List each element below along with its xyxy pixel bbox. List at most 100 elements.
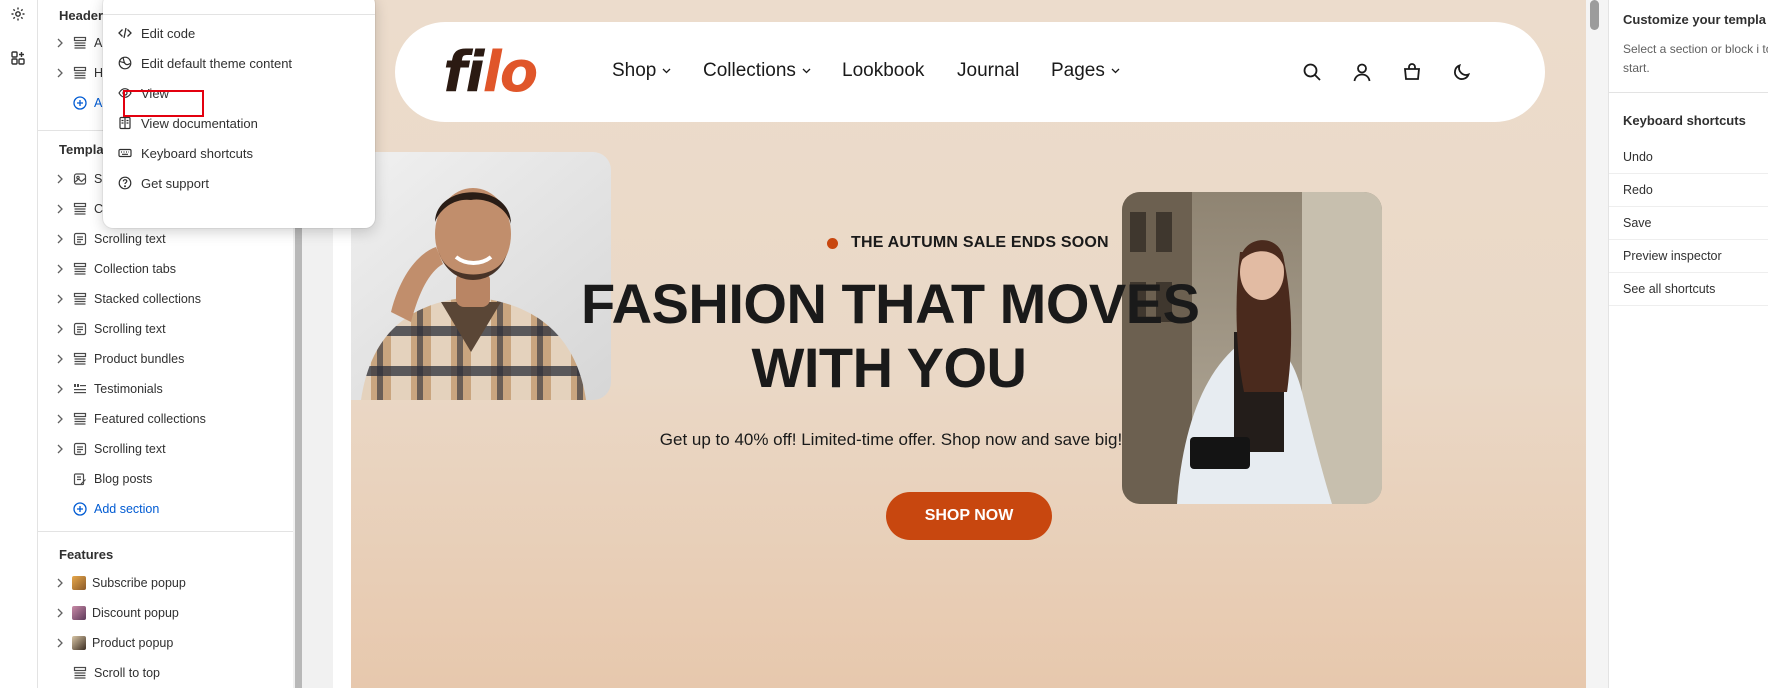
sidebar-item-product-bundles[interactable]: Product bundles xyxy=(52,346,184,372)
sidebar-item-header[interactable]: He xyxy=(52,60,110,86)
nav-label: Collections xyxy=(703,60,796,81)
section-icon xyxy=(72,411,88,427)
sidebar-item-label: Testimonials xyxy=(94,382,163,396)
chevron-right-icon[interactable] xyxy=(52,291,68,307)
header-group-title: Header xyxy=(59,8,104,23)
account-icon[interactable] xyxy=(1350,60,1374,84)
divider xyxy=(1609,272,1768,273)
sidebar-item-scrolling-text[interactable]: Scrolling text xyxy=(52,316,166,342)
add-section-button[interactable]: Add section xyxy=(52,496,159,522)
menu-item-label: Get support xyxy=(141,175,209,191)
chevron-right-icon[interactable] xyxy=(52,65,68,81)
chevron-right-icon[interactable] xyxy=(52,231,68,247)
chevron-right-icon[interactable] xyxy=(52,381,68,397)
nav-lookbook[interactable]: Lookbook xyxy=(842,60,924,82)
sidebar-item-testimonials[interactable]: Testimonials xyxy=(52,376,163,402)
storefront-preview: filo Shop Collections Lookbook Journal P… xyxy=(351,0,1586,688)
nav-pages[interactable]: Pages xyxy=(1051,60,1120,82)
moon-icon[interactable] xyxy=(1450,60,1474,84)
eye-icon xyxy=(117,85,133,101)
chevron-right-icon[interactable] xyxy=(52,201,68,217)
shortcut-undo: Undo xyxy=(1623,150,1653,164)
chevron-right-icon[interactable] xyxy=(52,35,68,51)
divider xyxy=(1609,305,1768,306)
chevron-right-icon[interactable] xyxy=(52,441,68,457)
chevron-right-icon[interactable] xyxy=(52,321,68,337)
chevron-right-icon[interactable] xyxy=(52,261,68,277)
text-icon xyxy=(72,321,88,337)
hero-subtext: Get up to 40% off! Limited-time offer. S… xyxy=(659,430,1123,449)
shortcut-save: Save xyxy=(1623,216,1652,230)
section-icon xyxy=(72,201,88,217)
sidebar-item-subscribe-popup[interactable]: Subscribe popup xyxy=(52,570,186,596)
chevron-right-icon[interactable] xyxy=(52,635,68,651)
chevron-right-icon[interactable] xyxy=(52,171,68,187)
sidebar-item-label: Product bundles xyxy=(94,352,185,366)
sidebar-item-stacked-collections[interactable]: Stacked collections xyxy=(52,286,201,312)
sale-eyebrow: THE AUTUMN SALE ENDS SOON xyxy=(827,234,1109,252)
text-icon xyxy=(72,441,88,457)
sidebar-item-featured-collections[interactable]: Featured collections xyxy=(52,406,206,432)
store-logo[interactable]: filo xyxy=(443,40,539,105)
plus-circle-icon xyxy=(72,95,88,111)
sidebar-item-label: Scrolling text xyxy=(94,442,166,456)
sidebar-item-scrolling-text[interactable]: Scrolling text xyxy=(52,226,166,252)
divider xyxy=(1609,173,1768,174)
nav-collections[interactable]: Collections xyxy=(703,60,811,82)
sidebar-item-label: Discount popup xyxy=(92,606,179,620)
menu-item-get-support[interactable]: Get support xyxy=(113,168,363,198)
text-icon xyxy=(72,231,88,247)
popup-thumb-icon xyxy=(72,636,86,650)
see-all-shortcuts-link[interactable]: See all shortcuts xyxy=(1623,282,1715,296)
menu-item-view[interactable]: View xyxy=(113,78,363,108)
menu-item-edit-default-content[interactable]: Edit default theme content xyxy=(113,48,363,78)
sidebar-item-discount-popup[interactable]: Discount popup xyxy=(52,600,179,626)
divider xyxy=(38,531,328,532)
preview-scrollbar[interactable] xyxy=(1586,0,1608,688)
menu-item-label: View xyxy=(141,85,169,101)
add-label: Add section xyxy=(94,502,160,516)
section-icon xyxy=(72,665,88,681)
settings-panel: Customize your templa Select a section o… xyxy=(1608,0,1768,688)
sidebar-item-product-popup[interactable]: Product popup xyxy=(52,630,173,656)
sidebar-item-collections[interactable]: Co xyxy=(52,196,110,222)
sidebar-item-label: Scrolling text xyxy=(94,232,166,246)
cart-icon[interactable] xyxy=(1400,60,1424,84)
chevron-right-icon[interactable] xyxy=(52,605,68,621)
sidebar-item-collection-tabs[interactable]: Collection tabs xyxy=(52,256,176,282)
chevron-right-icon[interactable] xyxy=(52,411,68,427)
sidebar-item-scrolling-text[interactable]: Scrolling text xyxy=(52,436,166,462)
sidebar-item-blog-posts[interactable]: Blog posts xyxy=(52,466,152,492)
headline-line-2: WITH YOU xyxy=(751,336,1027,399)
blog-icon xyxy=(72,471,88,487)
logo-part-1: fi xyxy=(443,40,485,105)
nav-shop[interactable]: Shop xyxy=(612,60,671,82)
nav-journal[interactable]: Journal xyxy=(957,60,1019,82)
search-icon[interactable] xyxy=(1300,60,1324,84)
slideshow-icon xyxy=(72,171,88,187)
divider xyxy=(103,14,375,15)
globe-icon xyxy=(117,55,133,71)
nav-label: Pages xyxy=(1051,60,1105,81)
shop-now-button[interactable]: SHOP NOW xyxy=(886,492,1052,540)
menu-item-keyboard-shortcuts[interactable]: Keyboard shortcuts xyxy=(113,138,363,168)
logo-part-2: lo xyxy=(482,40,539,105)
headline-line-1: FASHION THAT MOVES xyxy=(581,272,1200,335)
chevron-right-icon[interactable] xyxy=(52,351,68,367)
apps-icon[interactable] xyxy=(8,48,28,68)
section-icon xyxy=(72,351,88,367)
hero-headline: FASHION THAT MOVES WITH YOU xyxy=(581,272,1200,400)
hero-image-left xyxy=(351,152,611,400)
menu-item-edit-code[interactable]: Edit code xyxy=(113,18,363,48)
scrollbar-thumb[interactable] xyxy=(1590,0,1599,30)
sidebar-item-announcement[interactable]: An xyxy=(52,30,109,56)
nav-label: Lookbook xyxy=(842,60,925,81)
sidebar-item-scroll-to-top[interactable]: Scroll to top xyxy=(52,660,160,686)
eyebrow-text: THE AUTUMN SALE ENDS SOON xyxy=(851,234,1109,251)
section-icon xyxy=(72,261,88,277)
chevron-right-icon[interactable] xyxy=(52,575,68,591)
menu-item-view-documentation[interactable]: View documentation xyxy=(113,108,363,138)
gear-icon[interactable] xyxy=(8,4,28,24)
section-icon xyxy=(72,65,88,81)
code-icon xyxy=(117,25,133,41)
